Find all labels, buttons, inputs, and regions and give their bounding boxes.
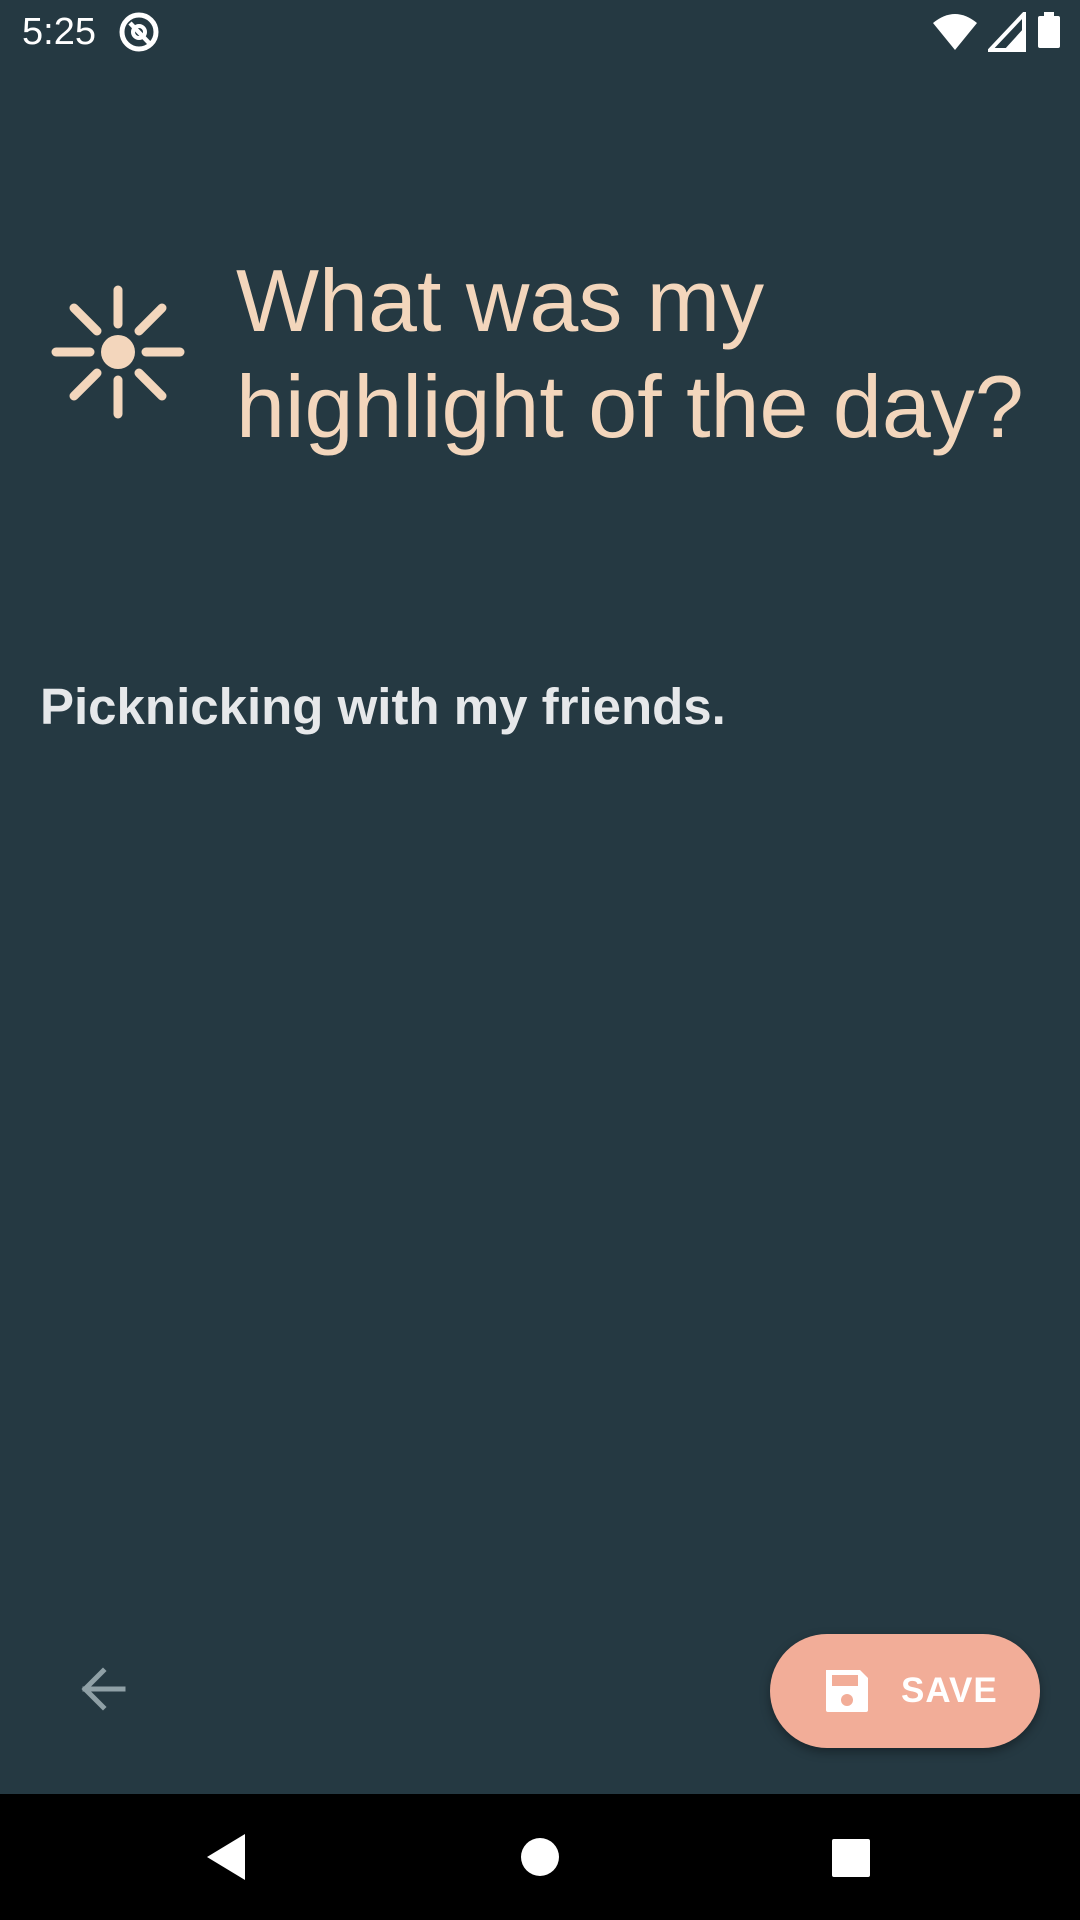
prompt-title: What was my highlight of the day? [236, 251, 1024, 456]
sun-icon [51, 285, 185, 419]
system-nav-bar [0, 1794, 1080, 1920]
arrow-left-icon [81, 1667, 126, 1711]
save-label: SAVE [901, 1671, 998, 1710]
wifi-icon [933, 14, 977, 50]
status-bar: 5:25 [0, 0, 1080, 64]
back-button[interactable] [62, 1648, 144, 1730]
at-sign-icon [119, 12, 159, 52]
cell-signal-icon [988, 12, 1026, 52]
answer-text[interactable]: Picknicking with my friends. [40, 674, 1040, 740]
recents-square-icon[interactable] [807, 1814, 893, 1900]
floppy-disk-icon [826, 1670, 868, 1712]
back-triangle-icon[interactable] [183, 1814, 269, 1900]
home-circle-icon[interactable] [497, 1814, 583, 1900]
status-time: 5:25 [22, 11, 96, 53]
battery-icon [1038, 12, 1060, 48]
save-button[interactable]: SAVE [770, 1634, 1040, 1748]
